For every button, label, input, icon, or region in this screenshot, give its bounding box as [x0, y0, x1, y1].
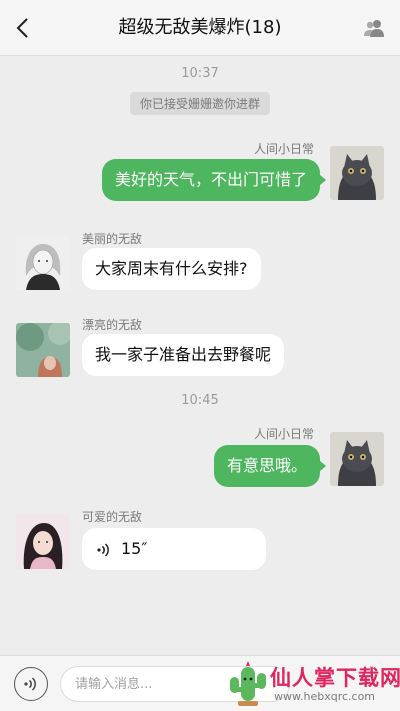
girl-avatar-pink[interactable]: [16, 515, 70, 569]
timestamp: 10:45: [181, 393, 219, 408]
chat-title: 超级无敌美爆炸(18): [118, 17, 282, 38]
voice-message-bubble[interactable]: 15″: [82, 528, 266, 570]
message-text: 大家周末有什么安排?: [95, 259, 248, 278]
message-sender: 人间小日常: [253, 427, 314, 441]
message-sender: 人间小日常: [253, 142, 314, 156]
message-bubble[interactable]: 美好的天气，不出门可惜了: [101, 159, 326, 201]
voice-mode-button[interactable]: [14, 667, 48, 701]
bubble-tail: [319, 174, 326, 186]
girl-avatar-green[interactable]: [16, 323, 70, 377]
group-members-icon[interactable]: [362, 16, 386, 40]
girl-avatar-bw[interactable]: [16, 236, 70, 290]
message-text: 我一家子准备出去野餐呢: [95, 345, 272, 364]
watermark-url: www.hebxqrc.com: [274, 690, 376, 703]
cat-avatar[interactable]: [330, 146, 384, 200]
message-bubble[interactable]: 有意思哦。: [213, 445, 326, 487]
watermark-title: 仙人掌下载网: [270, 666, 400, 690]
message-text: 美好的天气，不出门可惜了: [114, 170, 307, 189]
message-sender: 可爱的无敌: [82, 510, 143, 524]
cat-avatar[interactable]: [330, 432, 384, 486]
message-bubble[interactable]: 我一家子准备出去野餐呢: [82, 334, 285, 376]
cactus-logo-icon: [230, 661, 266, 706]
chat-header: 超级无敌美爆炸(18): [0, 0, 400, 56]
chevron-left-icon[interactable]: [12, 16, 36, 40]
message-bubble[interactable]: 大家周末有什么安排?: [82, 248, 261, 290]
watermark: 仙人掌下载网 www.hebxqrc.com: [226, 661, 400, 707]
message-sender: 漂亮的无敌: [82, 318, 143, 332]
message-text: 有意思哦。: [226, 456, 307, 475]
system-notice: 你已接受姗姗邀你进群: [129, 92, 271, 115]
message-sender: 美丽的无敌: [82, 232, 143, 246]
timestamp: 10:37: [181, 66, 219, 81]
bubble-tail: [319, 460, 326, 472]
voice-mode-icon: [24, 677, 36, 691]
voice-duration: 15″: [121, 539, 148, 558]
voice-wave-icon: [97, 542, 109, 557]
